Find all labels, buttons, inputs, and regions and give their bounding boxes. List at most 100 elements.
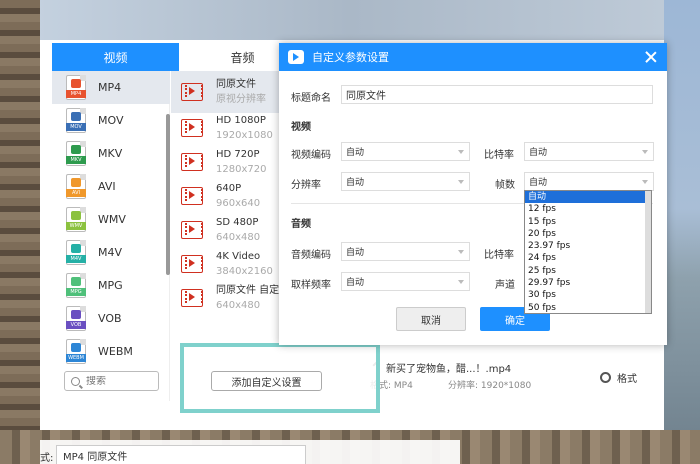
- preset-name: 640P: [216, 183, 242, 194]
- chevron-down-icon: [458, 280, 464, 284]
- title-name-label: 标题命名: [291, 93, 331, 104]
- file-name: 新买了宠物鱼，醋...！.mp4: [386, 364, 512, 375]
- film-icon: [181, 187, 203, 205]
- fps-option[interactable]: 15 fps: [525, 216, 651, 228]
- preset-item[interactable]: 同原文件 自定义 640x480: [171, 277, 289, 319]
- format-label: M4V: [98, 246, 123, 259]
- close-icon[interactable]: [644, 50, 658, 64]
- avi-file-icon: AVI: [66, 174, 86, 199]
- preset-name: HD 720P: [216, 149, 260, 160]
- fps-list-scrollbar[interactable]: [645, 191, 651, 313]
- wmv-file-icon: WMV: [66, 207, 86, 232]
- format-item-webm[interactable]: WEBM WEBM: [52, 335, 170, 368]
- cancel-button[interactable]: 取消: [396, 307, 466, 331]
- film-icon: [181, 153, 203, 171]
- chevron-down-icon: [642, 180, 648, 184]
- format-label: MP4: [98, 81, 122, 94]
- fps-dropdown-list: 自动 12 fps 15 fps 20 fps 23.97 fps 24 fps…: [524, 190, 652, 314]
- media-type-tabs: 视频 音频: [52, 43, 306, 71]
- sample-rate-label: 取样频率: [291, 280, 331, 291]
- fps-label: 帧数: [495, 180, 515, 191]
- audio-section-title: 音频: [291, 219, 311, 230]
- app-logo-icon: [288, 50, 304, 64]
- fps-option[interactable]: 50 fps: [525, 302, 651, 314]
- format-item-vob[interactable]: VOB VOB: [52, 302, 170, 335]
- file-item: 新买了宠物鱼，醋...！.mp4 格式: MP4 分辨率: 1920*1080 …: [370, 356, 670, 396]
- format-search[interactable]: [64, 371, 159, 391]
- dialog-titlebar: 自定义参数设置: [279, 43, 667, 71]
- sample-rate-value: 自动: [346, 278, 365, 288]
- sample-rate-select[interactable]: 自动: [341, 272, 470, 291]
- format-label: WMV: [98, 213, 126, 226]
- format-item-mkv[interactable]: MKV MKV: [52, 137, 170, 170]
- film-icon: [181, 289, 203, 307]
- gear-icon: [600, 372, 611, 383]
- format-label: MKV: [98, 147, 123, 160]
- preset-name: 4K Video: [216, 251, 261, 262]
- fps-select[interactable]: 自动: [524, 172, 654, 191]
- fps-option[interactable]: 29.97 fps: [525, 277, 651, 289]
- dialog-title: 自定义参数设置: [312, 51, 389, 64]
- video-section-title: 视频: [291, 122, 311, 133]
- format-label: MOV: [98, 114, 124, 127]
- film-icon: [181, 83, 203, 101]
- file-resolution: 分辨率: 1920*1080: [448, 381, 532, 391]
- background-left: [0, 0, 40, 464]
- webm-file-icon: WEBM: [66, 339, 86, 364]
- resolution-select[interactable]: 自动: [341, 172, 470, 191]
- format-label: AVI: [98, 180, 116, 193]
- video-bitrate-label: 比特率: [484, 150, 514, 161]
- video-bitrate-select[interactable]: 自动: [524, 142, 654, 161]
- film-icon: [181, 255, 203, 273]
- video-codec-value: 自动: [346, 148, 365, 158]
- fps-option[interactable]: 12 fps: [525, 203, 651, 215]
- tab-video[interactable]: 视频: [52, 43, 179, 71]
- background-sky: [0, 0, 700, 40]
- video-bitrate-value: 自动: [529, 148, 548, 158]
- vob-file-icon: VOB: [66, 306, 86, 331]
- fps-option[interactable]: 30 fps: [525, 289, 651, 301]
- mpg-file-icon: MPG: [66, 273, 86, 298]
- audio-codec-label: 音频编码: [291, 250, 331, 261]
- add-custom-button[interactable]: 添加自定义设置: [211, 371, 322, 391]
- chevron-down-icon: [458, 150, 464, 154]
- output-format-bar: 式: MP4 同原文件: [40, 440, 460, 464]
- format-list-scrollbar[interactable]: [166, 114, 170, 275]
- preset-name: HD 1080P: [216, 115, 266, 126]
- output-format-select[interactable]: MP4 同原文件: [56, 445, 306, 464]
- format-item-avi[interactable]: AVI AVI: [52, 170, 170, 203]
- m4v-file-icon: M4V: [66, 240, 86, 265]
- mp4-file-icon: MP4: [66, 75, 86, 100]
- fps-value: 自动: [529, 178, 548, 188]
- fps-option[interactable]: 自动: [525, 191, 651, 204]
- fps-option[interactable]: 24 fps: [525, 252, 651, 264]
- fps-option[interactable]: 25 fps: [525, 265, 651, 277]
- preset-name: 同原文件: [216, 79, 256, 90]
- video-codec-select[interactable]: 自动: [341, 142, 470, 161]
- format-label: WEBM: [98, 345, 133, 358]
- audio-bitrate-label: 比特率: [484, 250, 514, 261]
- format-item-mov[interactable]: MOV MOV: [52, 104, 170, 137]
- chevron-down-icon: [458, 180, 464, 184]
- resolution-label: 分辨率: [291, 180, 321, 191]
- format-item-m4v[interactable]: M4V M4V: [52, 236, 170, 269]
- preset-name: SD 480P: [216, 217, 259, 228]
- format-item-mp4[interactable]: MP4 MP4: [52, 71, 170, 104]
- fps-option[interactable]: 20 fps: [525, 228, 651, 240]
- format-label: MPG: [98, 279, 123, 292]
- chevron-down-icon: [458, 250, 464, 254]
- resolution-value: 自动: [346, 178, 365, 188]
- format-label: VOB: [98, 312, 122, 325]
- format-button[interactable]: 格式: [600, 370, 637, 385]
- fps-option[interactable]: 23.97 fps: [525, 240, 651, 252]
- format-item-wmv[interactable]: WMV WMV: [52, 203, 170, 236]
- search-input[interactable]: [86, 375, 146, 387]
- search-icon: [71, 376, 80, 386]
- channel-label: 声道: [495, 280, 515, 291]
- title-name-input[interactable]: 同原文件: [341, 85, 653, 104]
- format-item-mpg[interactable]: MPG MPG: [52, 269, 170, 302]
- output-format-label: 式:: [40, 453, 54, 464]
- audio-codec-select[interactable]: 自动: [341, 242, 470, 261]
- chevron-down-icon: [642, 150, 648, 154]
- format-list: MP4 MP4 MOV MOV MKV MKV AVI AVI WMV WMV …: [52, 71, 170, 401]
